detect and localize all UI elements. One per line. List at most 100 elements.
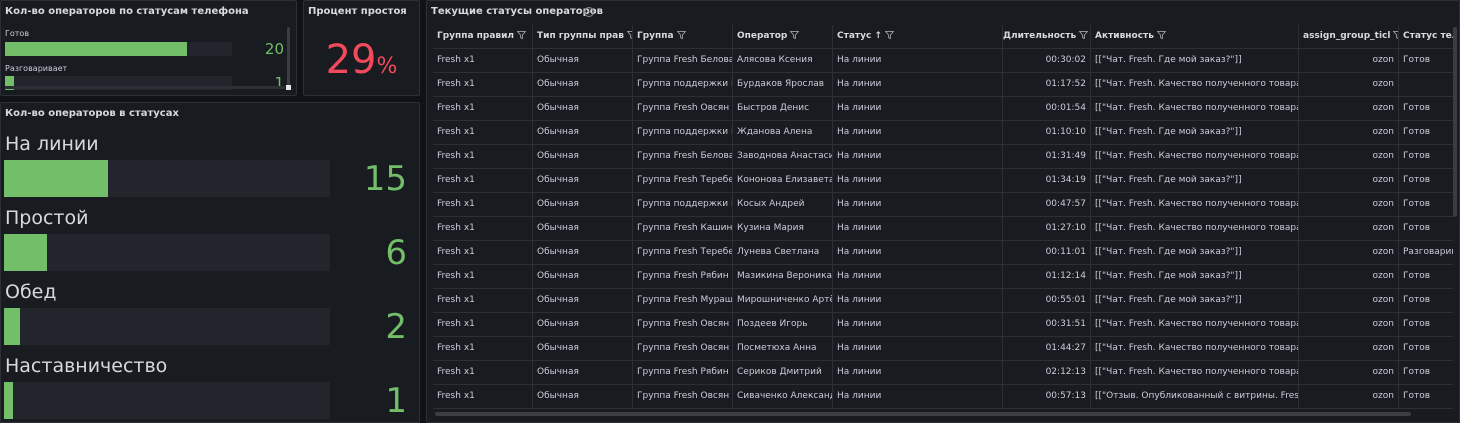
filter-icon[interactable] — [1390, 31, 1398, 41]
table-cell: 01:44:27 — [1003, 337, 1091, 361]
phone-status-bar — [5, 42, 232, 56]
table-cell: [["Чат. Fresh. Где мой заказ?"]] — [1091, 169, 1299, 193]
phone-status-value: 1 — [274, 74, 284, 92]
resize-handle-icon[interactable] — [286, 85, 291, 90]
filter-icon[interactable] — [624, 31, 632, 41]
column-header-label: Группа — [637, 31, 674, 41]
status-bar-fill — [4, 382, 13, 419]
column-header[interactable]: Группа — [633, 25, 733, 49]
column-header[interactable]: assign_group_ticl — [1299, 25, 1399, 49]
filter-icon[interactable] — [514, 31, 527, 41]
table-row[interactable]: Fresh x1 Обычная Группа Fresh Овсян Поздеев… — [433, 313, 1453, 337]
column-header[interactable]: Статус ↑ — [833, 25, 1003, 49]
table-cell: Готов — [1399, 265, 1453, 289]
operator-statuses-table: Группа правил Тип группы прав Группа Операт… — [433, 25, 1453, 411]
table-row[interactable]: Fresh x1 Обычная Группа Fresh Овсян Сивачен… — [433, 385, 1453, 409]
filter-icon[interactable] — [882, 31, 894, 41]
filter-icon[interactable] — [1154, 31, 1166, 41]
table-cell: 01:12:14 — [1003, 265, 1091, 289]
column-header-label: Оператор — [737, 31, 788, 41]
column-header-label: assign_group_ticl — [1303, 31, 1391, 41]
table-cell: На линии — [833, 337, 1003, 361]
phone-status-title: Кол-во операторов по статусам телефона — [5, 6, 249, 17]
table-cell: [["Чат. Fresh. Где мой заказ?"]] — [1091, 49, 1299, 73]
table-cell: Готов — [1399, 289, 1453, 313]
status-label: На линии — [5, 133, 99, 155]
table-cell: На линии — [833, 265, 1003, 289]
table-row[interactable]: Fresh x1 Обычная Группа Fresh Теребе Кононо… — [433, 169, 1453, 193]
status-bar — [4, 308, 330, 345]
table-cell: 00:47:57 — [1003, 193, 1091, 217]
column-header[interactable]: Длительность — [1003, 25, 1091, 49]
status-value: 1 — [385, 381, 407, 421]
table-cell: Разговарив — [1399, 241, 1453, 265]
table-row[interactable]: Fresh x1 Обычная Группа Fresh Белова Алясов… — [433, 49, 1453, 73]
idle-percent-unit: % — [376, 54, 398, 79]
table-cell: Группа Fresh Белова — [633, 145, 733, 169]
table-row[interactable]: Fresh x1 Обычная Группа Fresh Белова Заводн… — [433, 145, 1453, 169]
table-cell: Готов — [1399, 49, 1453, 73]
column-header[interactable]: Активность — [1091, 25, 1299, 49]
table-cell: 01:27:10 — [1003, 217, 1091, 241]
table-cell: Готов — [1399, 361, 1453, 385]
table-row[interactable]: Fresh x1 Обычная Группа поддержки F Жданова… — [433, 121, 1453, 145]
filter-icon[interactable] — [674, 31, 686, 41]
table-cell: На линии — [833, 145, 1003, 169]
table-cell: Fresh x1 — [433, 145, 533, 169]
table-row[interactable]: Fresh x1 Обычная Группа Fresh Кашин Кузина … — [433, 217, 1453, 241]
table-cell: Готов — [1399, 121, 1453, 145]
info-icon[interactable]: ⓘ — [584, 7, 594, 17]
table-row[interactable]: Fresh x1 Обычная Группа Fresh Рябин Мазикин… — [433, 265, 1453, 289]
table-cell: Группа Fresh Овсян — [633, 313, 733, 337]
status-label: Обед — [5, 281, 57, 303]
table-cell: Лунева Светлана — [733, 241, 833, 265]
phone-panel-vscroll[interactable] — [287, 27, 290, 87]
sort-ascending-icon[interactable]: ↑ — [874, 31, 882, 41]
column-header-label: Длительность — [1003, 31, 1077, 41]
table-cell: ozon — [1299, 289, 1399, 313]
table-cell: Fresh x1 — [433, 361, 533, 385]
filter-icon[interactable] — [787, 31, 800, 41]
table-header-row: Группа правил Тип группы прав Группа Операт… — [433, 25, 1453, 49]
table-cell: На линии — [833, 49, 1003, 73]
table-row[interactable]: Fresh x1 Обычная Группа Fresh Овсян Быстров… — [433, 97, 1453, 121]
table-hscroll[interactable] — [435, 412, 1411, 416]
table-row[interactable]: Fresh x1 Обычная Группа Fresh Рябин Сериков… — [433, 361, 1453, 385]
table-cell: На линии — [833, 241, 1003, 265]
table-row[interactable]: Fresh x1 Обычная Группа Fresh Мураш Мирошни… — [433, 289, 1453, 313]
table-cell: ozon — [1299, 121, 1399, 145]
table-cell: [["Чат. Fresh. Где мой заказ?"]] — [1091, 289, 1299, 313]
table-cell: Посметюха Анна — [733, 337, 833, 361]
filter-icon[interactable] — [1076, 31, 1089, 41]
operators-by-status-title: Кол-во операторов в статусах — [5, 108, 179, 119]
column-header-label: Статус — [837, 31, 872, 41]
table-cell: Мазикина Вероника — [733, 265, 833, 289]
table-cell: ozon — [1299, 97, 1399, 121]
idle-percent-panel: Процент простоя 29% — [303, 0, 420, 96]
column-header[interactable]: Тип группы прав — [533, 25, 633, 49]
column-header[interactable]: Оператор — [733, 25, 833, 49]
table-cell: Обычная — [533, 97, 633, 121]
column-header-label: Группа правил — [437, 31, 515, 41]
table-cell: На линии — [833, 169, 1003, 193]
table-cell: ozon — [1299, 193, 1399, 217]
table-cell: Группа Fresh Рябин — [633, 265, 733, 289]
table-cell — [1399, 73, 1453, 97]
operators-by-status-panel: Кол-во операторов в статусах На линии 15 П… — [0, 102, 420, 423]
table-cell: Сериков Дмитрий — [733, 361, 833, 385]
table-cell: Группа поддержки F — [633, 73, 733, 97]
table-cell: Fresh x1 — [433, 49, 533, 73]
phone-panel-hscroll[interactable] — [5, 86, 285, 89]
table-row[interactable]: Fresh x1 Обычная Группа поддержки F Косых А… — [433, 193, 1453, 217]
table-vscroll[interactable] — [1453, 27, 1457, 217]
table-row[interactable]: Fresh x1 Обычная Группа Fresh Овсян Посметю… — [433, 337, 1453, 361]
table-cell: ozon — [1299, 385, 1399, 409]
table-cell: Группа Fresh Кашин — [633, 217, 733, 241]
table-row[interactable]: Fresh x1 Обычная Группа Fresh Теребе Лунева… — [433, 241, 1453, 265]
status-label: Наставничество — [5, 355, 168, 377]
column-header[interactable]: Статус теле — [1399, 25, 1453, 49]
table-row[interactable]: Fresh x1 Обычная Группа поддержки F Бурдако… — [433, 73, 1453, 97]
table-cell: Готов — [1399, 313, 1453, 337]
column-header[interactable]: Группа правил — [433, 25, 533, 49]
table-cell: ozon — [1299, 337, 1399, 361]
